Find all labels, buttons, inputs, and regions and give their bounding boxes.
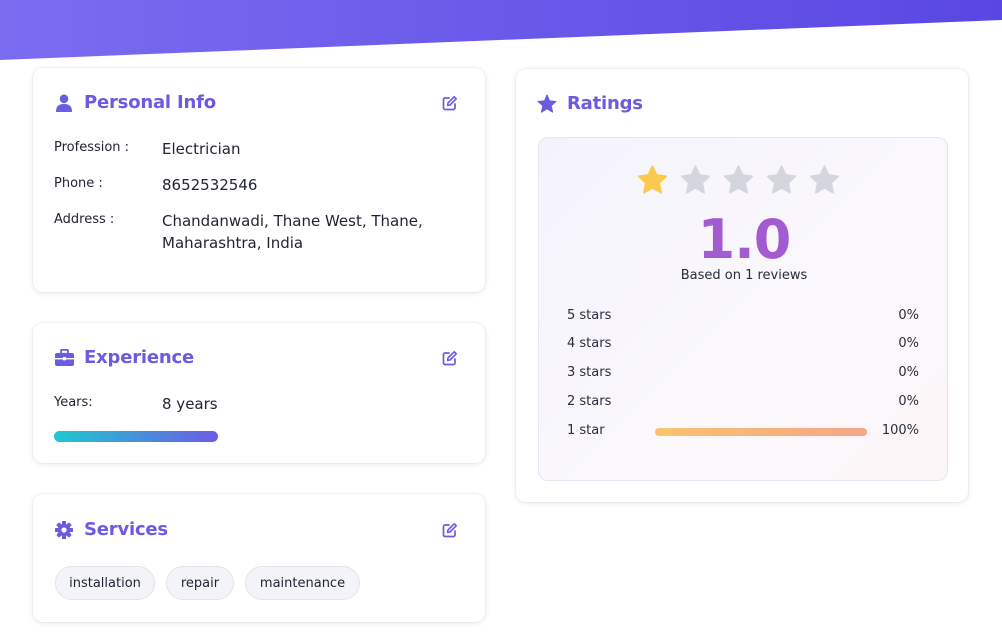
profession-value: Electrician: [162, 140, 241, 158]
star-empty-icon: [766, 165, 797, 194]
distribution-fill: [655, 428, 867, 436]
service-tag-installation[interactable]: installation: [55, 566, 155, 600]
service-tag-maintenance[interactable]: maintenance: [245, 566, 360, 600]
distribution-percent: 0%: [898, 365, 919, 380]
distribution-label: 4 stars: [567, 336, 612, 351]
average-score: 1.0: [697, 208, 792, 271]
address-label: Address :: [54, 212, 115, 227]
service-tag-repair[interactable]: repair: [166, 566, 234, 600]
personal-info-title: Personal Info: [84, 92, 216, 113]
distribution-row-2: 2 stars 0%: [567, 394, 919, 412]
star-empty-icon: [809, 165, 840, 194]
distribution-row-5: 5 stars 0%: [567, 308, 919, 326]
years-value: 8 years: [162, 395, 218, 413]
phone-value: 8652532546: [162, 176, 258, 194]
address-value: Chandanwadi, Thane West, Thane, Maharash…: [162, 212, 423, 252]
star-filled-icon: [637, 165, 668, 194]
edit-icon: [442, 522, 457, 537]
personal-info-card: Personal Info Profession : Electrician P…: [33, 68, 485, 292]
edit-services-button[interactable]: [441, 521, 459, 539]
experience-progress-bar: [54, 431, 218, 442]
ratings-title: Ratings: [567, 93, 643, 114]
distribution-percent: 0%: [898, 308, 919, 323]
distribution-label: 2 stars: [567, 394, 612, 409]
star-rating: [637, 164, 840, 195]
briefcase-icon: [54, 348, 74, 368]
distribution-percent: 0%: [898, 394, 919, 409]
distribution-track: [655, 399, 867, 407]
star-empty-icon: [723, 165, 754, 194]
edit-icon: [442, 95, 457, 110]
experience-title: Experience: [84, 347, 194, 368]
distribution-row-4: 4 stars 0%: [567, 336, 919, 354]
review-count: Based on 1 reviews: [680, 268, 808, 283]
distribution-track: [655, 313, 867, 321]
personal-info-header: Personal Info: [54, 92, 459, 113]
distribution-label: 1 star: [567, 423, 605, 438]
ratings-card: Ratings 1.0 Based on 1 reviews 5 stars 0…: [516, 69, 968, 502]
gear-icon: [54, 520, 74, 540]
services-header: Services: [54, 519, 459, 540]
user-icon: [54, 93, 74, 113]
services-title: Services: [84, 519, 168, 540]
distribution-track: [655, 341, 867, 349]
experience-header: Experience: [54, 347, 459, 368]
ratings-header: Ratings: [537, 93, 942, 114]
edit-experience-button[interactable]: [441, 349, 459, 367]
services-card: Services installation repair maintenance: [33, 494, 485, 622]
years-label: Years:: [54, 395, 93, 410]
distribution-label: 5 stars: [567, 308, 612, 323]
distribution-track: [655, 428, 867, 436]
edit-personal-info-button[interactable]: [441, 94, 459, 112]
experience-card: Experience Years: 8 years: [33, 323, 485, 463]
profession-label: Profession :: [54, 140, 130, 155]
header-banner: [0, 0, 1002, 60]
distribution-row-3: 3 stars 0%: [567, 365, 919, 383]
distribution-percent: 0%: [898, 336, 919, 351]
distribution-track: [655, 370, 867, 378]
distribution-row-1: 1 star 100%: [567, 423, 919, 441]
star-icon: [537, 94, 557, 114]
edit-icon: [442, 350, 457, 365]
rating-summary-panel: 1.0 Based on 1 reviews 5 stars 0% 4 star…: [538, 137, 948, 481]
star-empty-icon: [680, 165, 711, 194]
distribution-percent: 100%: [881, 423, 919, 438]
phone-label: Phone :: [54, 176, 103, 191]
distribution-label: 3 stars: [567, 365, 612, 380]
